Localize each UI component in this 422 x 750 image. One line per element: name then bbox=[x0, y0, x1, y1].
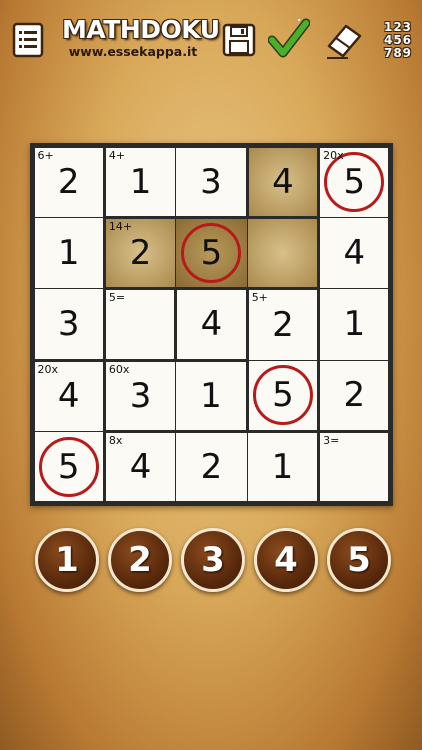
app-website: www.essekappa.it bbox=[68, 44, 198, 59]
board-cell-r2-c5[interactable]: 4 bbox=[320, 217, 389, 289]
cell-value: 2 bbox=[57, 162, 80, 203]
cell-value: 4 bbox=[200, 304, 223, 345]
cage-clue: 4+ bbox=[108, 148, 126, 162]
floppy-disk-icon bbox=[222, 23, 256, 57]
board-cell-r1-c4[interactable]: 4 bbox=[248, 147, 318, 216]
cage-clue: 3= bbox=[323, 434, 340, 448]
cell-value: 3 bbox=[57, 303, 80, 344]
cell-value: 1 bbox=[271, 447, 294, 488]
cell-value: 5 bbox=[200, 233, 223, 274]
board-cell-r4-c2[interactable]: 60x 3 bbox=[105, 361, 176, 431]
cage-clue: 14+ bbox=[108, 219, 133, 233]
number-keypad: 12345 bbox=[0, 528, 422, 596]
keypad-button-1[interactable]: 1 bbox=[35, 528, 99, 592]
cage-clue: 20x bbox=[37, 362, 59, 376]
cell-value: 5 bbox=[343, 162, 366, 203]
app-title-block: MATHDOKU www.essekappa.it bbox=[62, 15, 220, 59]
keypad-button-2[interactable]: 2 bbox=[108, 528, 172, 592]
board-cell-r3-c2[interactable]: 5= bbox=[105, 290, 175, 359]
cell-value: 5 bbox=[57, 446, 80, 487]
pencil-notes-button[interactable]: 123 456 789 bbox=[380, 18, 416, 62]
cell-value: 3 bbox=[129, 375, 152, 416]
app-title: MATHDOKU bbox=[62, 15, 220, 44]
puzzle-board: 6+ 2 4+ 1 3 4 20x 5 1 14+ 2 5 4 3 5= 4 5+ 2 1 20x 4 60x 3 1 5 2 5 8… bbox=[30, 143, 393, 506]
check-button[interactable] bbox=[268, 16, 310, 60]
board-cell-r4-c3[interactable]: 1 bbox=[176, 361, 246, 431]
cell-value: 4 bbox=[57, 376, 80, 417]
board-cell-r5-c5[interactable]: 3= bbox=[320, 433, 389, 502]
board-cell-r2-c1[interactable]: 1 bbox=[34, 217, 103, 289]
save-button[interactable] bbox=[222, 22, 256, 58]
keypad-button-4[interactable]: 4 bbox=[254, 528, 318, 592]
board-cell-r1-c3[interactable]: 3 bbox=[176, 147, 246, 216]
board-cell-r5-c3[interactable]: 2 bbox=[176, 433, 247, 502]
keypad-button-3[interactable]: 3 bbox=[181, 528, 245, 592]
cell-value: 4 bbox=[343, 233, 366, 274]
cell-value: 3 bbox=[200, 161, 222, 202]
cage-clue: 8x bbox=[108, 434, 123, 448]
cell-value: 2 bbox=[272, 304, 294, 345]
board-cell-r2-c4[interactable] bbox=[247, 218, 318, 288]
cell-value: 4 bbox=[129, 447, 152, 488]
cage-clue: 60x bbox=[108, 362, 130, 376]
board-cell-r1-c2[interactable]: 4+ 1 bbox=[105, 147, 176, 216]
cell-value: 5 bbox=[272, 375, 294, 416]
keypad-button-5[interactable]: 5 bbox=[327, 528, 391, 592]
menu-button[interactable] bbox=[12, 22, 44, 58]
cell-value: 2 bbox=[200, 447, 223, 488]
cell-value: 4 bbox=[272, 161, 294, 202]
board-cell-r5-c1[interactable]: 5 bbox=[34, 432, 103, 502]
board-cell-r3-c1[interactable]: 3 bbox=[34, 289, 103, 359]
board-cell-r5-c2[interactable]: 8x 4 bbox=[105, 433, 176, 502]
cell-value: 1 bbox=[200, 375, 222, 416]
board-cell-r3-c5[interactable]: 1 bbox=[320, 289, 389, 360]
notes-row-3: 789 bbox=[383, 45, 413, 60]
cage-clue: 20x bbox=[323, 148, 344, 162]
cell-value: 2 bbox=[343, 375, 366, 416]
board-cell-r3-c3[interactable]: 4 bbox=[177, 290, 246, 359]
cage-clue: 6+ bbox=[37, 148, 54, 162]
eraser-button[interactable] bbox=[324, 18, 364, 60]
board-cell-r5-c4[interactable]: 1 bbox=[247, 433, 318, 502]
notes-row-2: 456 bbox=[383, 32, 413, 47]
cell-value: 1 bbox=[129, 161, 152, 202]
cell-value: 2 bbox=[129, 233, 152, 274]
top-toolbar: MATHDOKU www.essekappa.it 123 456 789 bbox=[0, 0, 422, 76]
cell-value: 1 bbox=[343, 304, 366, 345]
notes-row-1: 123 bbox=[383, 19, 413, 34]
cell-value: 1 bbox=[57, 233, 80, 274]
eraser-icon bbox=[327, 24, 362, 59]
board-cell-r4-c4[interactable]: 5 bbox=[248, 360, 318, 431]
board-cell-r4-c1[interactable]: 20x 4 bbox=[34, 361, 103, 432]
cage-clue: 5= bbox=[108, 291, 126, 305]
board-cell-r2-c3[interactable]: 5 bbox=[176, 218, 247, 288]
board-cell-r1-c5[interactable]: 20x 5 bbox=[320, 147, 389, 217]
cage-clue: 5+ bbox=[251, 291, 268, 305]
list-menu-icon bbox=[12, 22, 44, 58]
board-cell-r4-c5[interactable]: 2 bbox=[320, 360, 389, 431]
board-cell-r2-c2[interactable]: 14+ 2 bbox=[105, 218, 176, 288]
board-cell-r1-c1[interactable]: 6+ 2 bbox=[34, 147, 103, 217]
board-cell-r3-c4[interactable]: 5+ 2 bbox=[248, 290, 318, 360]
checkmark-icon bbox=[268, 18, 310, 58]
